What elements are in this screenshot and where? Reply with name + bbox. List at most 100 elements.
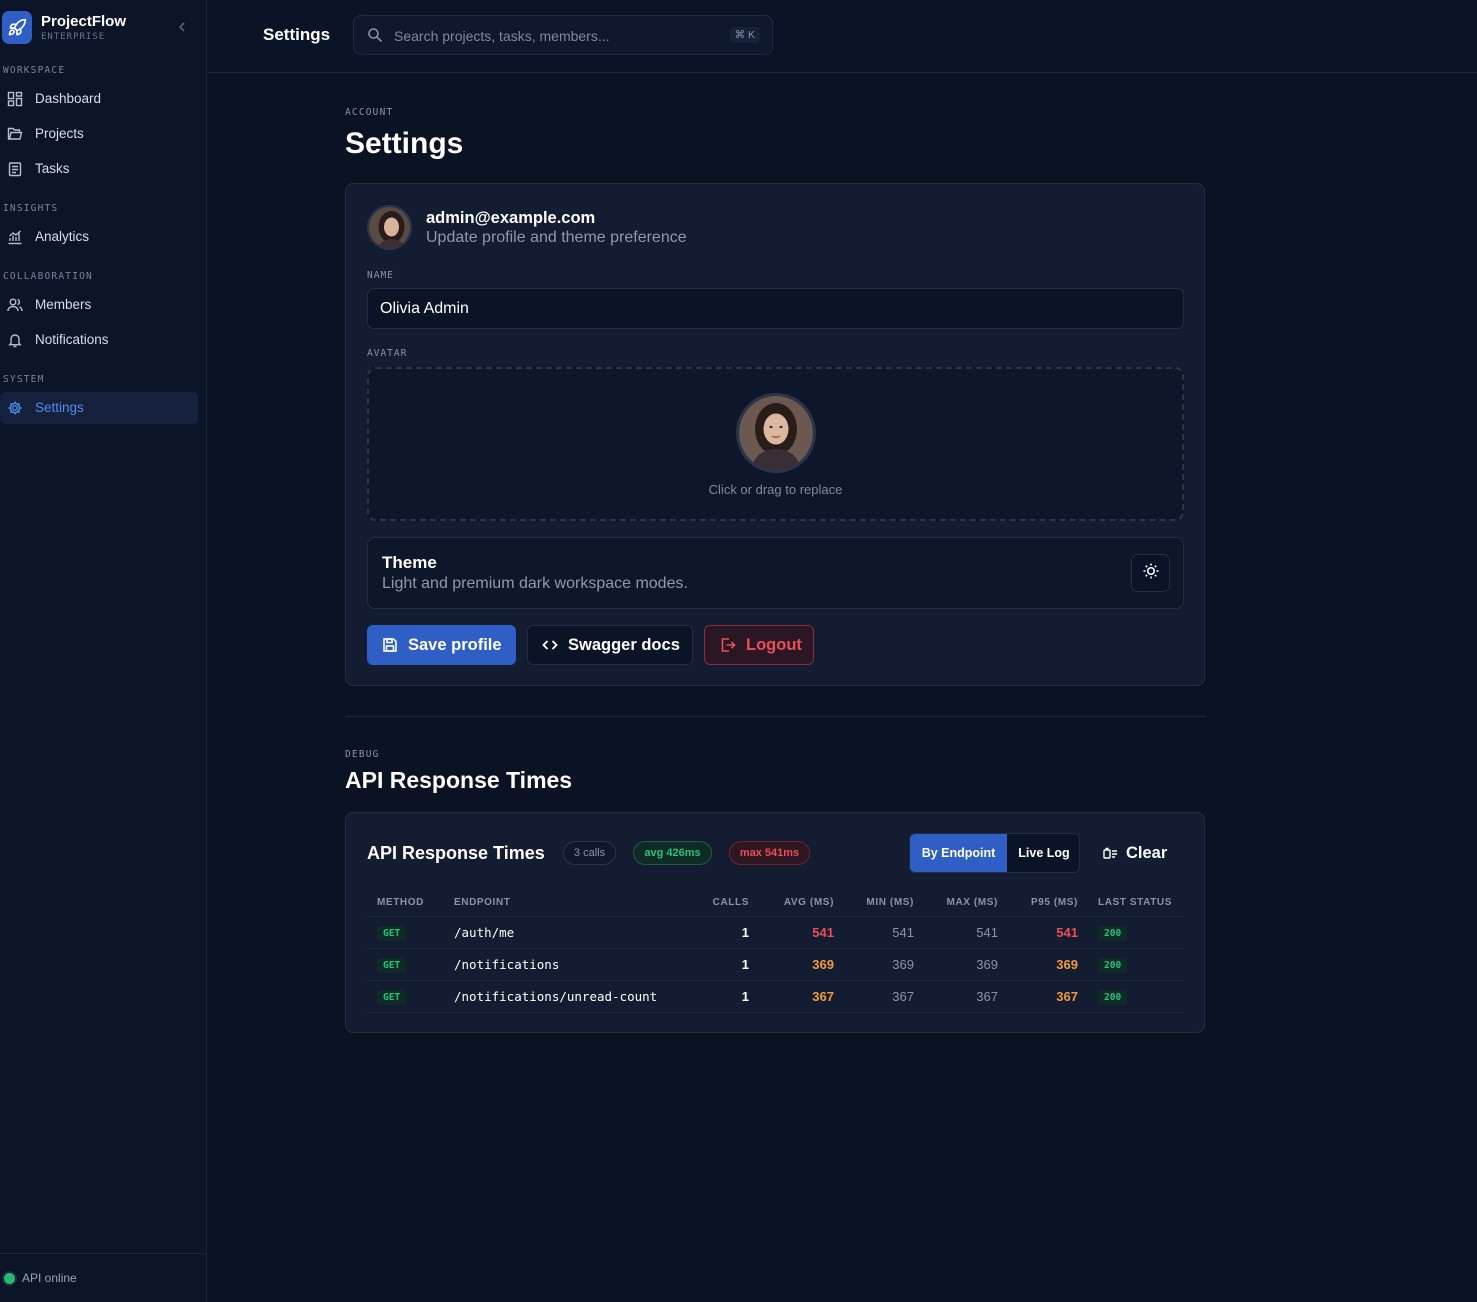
nav-section-collaboration: COLLABORATION [3, 271, 93, 282]
clear-button[interactable]: Clear [1103, 843, 1167, 863]
calls-badge: 3 calls [563, 841, 616, 865]
api-response-card: API Response Times 3 calls avg 426ms max… [345, 812, 1205, 1033]
sidebar-item-notifications[interactable]: Notifications [0, 324, 198, 356]
calls-cell: 1 [689, 948, 759, 981]
sidebar-item-projects[interactable]: Projects [0, 118, 198, 150]
status-dot [4, 1273, 15, 1284]
avg-cell: 541 [759, 916, 844, 949]
logout-button[interactable]: Logout [704, 625, 814, 665]
method-badge: GET [377, 989, 407, 1005]
calls-cell: 1 [689, 916, 759, 949]
sidebar-item-label: Analytics [35, 229, 90, 244]
brand-name: ProjectFlow [41, 13, 127, 30]
api-status-label: API online [22, 1271, 77, 1285]
api-status: API online [0, 1253, 207, 1302]
api-table: METHOD ENDPOINT CALLS AVG (MS) MIN (MS) … [367, 889, 1184, 1013]
max-cell: 541 [924, 916, 1008, 949]
sidebar-item-dashboard[interactable]: Dashboard [0, 83, 198, 115]
status-badge: 200 [1098, 925, 1128, 941]
avatar [367, 205, 412, 250]
nav-section-insights: INSIGHTS [3, 203, 59, 214]
brand-subtitle: ENTERPRISE [41, 32, 106, 42]
table-header: METHOD ENDPOINT CALLS AVG (MS) MIN (MS) … [367, 889, 1184, 917]
save-profile-button[interactable]: Save profile [367, 625, 516, 665]
chevron-left-icon[interactable] [177, 19, 187, 35]
save-profile-label: Save profile [408, 635, 502, 654]
dashboard-icon [7, 91, 23, 107]
bell-icon [7, 332, 23, 348]
p95-cell: 369 [1008, 948, 1088, 981]
clipboard-icon [7, 161, 23, 177]
name-label: NAME [367, 270, 394, 281]
account-email: admin@example.com [426, 209, 596, 227]
col-max: MAX (MS) [924, 889, 1008, 917]
top-bar: Settings Search projects, tasks, members… [207, 0, 1477, 73]
api-response-heading: API Response Times [345, 767, 573, 793]
p95-cell: 541 [1008, 916, 1088, 949]
page-title: Settings [263, 25, 331, 44]
members-icon [7, 297, 23, 313]
avg-badge: avg 426ms [633, 841, 712, 865]
brand[interactable]: ProjectFlow ENTERPRISE [0, 11, 207, 45]
search-placeholder: Search projects, tasks, members... [394, 28, 610, 44]
sidebar-item-label: Projects [35, 126, 84, 141]
sidebar-item-label: Members [35, 297, 92, 312]
profile-card: admin@example.com Update profile and the… [345, 183, 1205, 686]
method-badge: GET [377, 957, 407, 973]
nav-section-workspace: WORKSPACE [3, 65, 66, 76]
col-method: METHOD [367, 889, 444, 917]
endpoint: /notifications/unread-count [454, 988, 658, 1004]
endpoint: /notifications [454, 956, 560, 972]
account-subtitle: Update profile and theme preference [426, 229, 687, 246]
avg-cell: 367 [759, 980, 844, 1013]
tab-live-log[interactable]: Live Log [1007, 834, 1079, 872]
col-calls: CALLS [689, 889, 759, 917]
sidebar-item-tasks[interactable]: Tasks [0, 153, 198, 185]
status-badge: 200 [1098, 989, 1128, 1005]
table-row: GET /notifications/unread-count 1 367 36… [367, 980, 1184, 1013]
sun-icon [1142, 562, 1160, 585]
avg-cell: 369 [759, 948, 844, 981]
status-badge: 200 [1098, 957, 1128, 973]
search-input[interactable]: Search projects, tasks, members... ⌘ K [353, 15, 773, 55]
sidebar-item-label: Settings [35, 400, 84, 415]
table-row: GET /auth/me 1 541 541 541 541 200 [367, 916, 1184, 949]
min-cell: 367 [844, 980, 924, 1013]
avatar-preview [736, 393, 816, 473]
tab-by-endpoint[interactable]: By Endpoint [910, 834, 1007, 872]
sidebar-item-analytics[interactable]: Analytics [0, 221, 198, 253]
avatar-hint: Click or drag to replace [708, 482, 843, 497]
debug-eyebrow: DEBUG [345, 749, 380, 760]
save-icon [382, 637, 398, 653]
view-toggle: By Endpoint Live Log [909, 833, 1080, 873]
sidebar-item-label: Notifications [35, 332, 109, 347]
max-cell: 369 [924, 948, 1008, 981]
p95-cell: 367 [1008, 980, 1088, 1013]
analytics-icon [7, 229, 23, 245]
logout-icon [720, 637, 736, 653]
avatar-dropzone[interactable]: Click or drag to replace [367, 367, 1184, 521]
theme-setting: Theme Light and premium dark workspace m… [367, 537, 1184, 609]
col-min: MIN (MS) [844, 889, 924, 917]
rocket-icon [2, 11, 32, 44]
sidebar-item-settings[interactable]: Settings [0, 392, 198, 424]
folder-icon [7, 126, 23, 142]
search-shortcut: ⌘ K [729, 27, 760, 43]
theme-toggle-button[interactable] [1131, 554, 1170, 592]
col-last-status: LAST STATUS [1088, 889, 1184, 917]
sidebar: ProjectFlow ENTERPRISE WORKSPACE Dashboa… [0, 0, 207, 1302]
sidebar-item-members[interactable]: Members [0, 289, 198, 321]
name-field[interactable]: Olivia Admin [367, 288, 1184, 329]
swagger-docs-label: Swagger docs [568, 635, 680, 654]
swagger-docs-button[interactable]: Swagger docs [527, 625, 693, 665]
col-avg: AVG (MS) [759, 889, 844, 917]
settings-heading: Settings [345, 127, 464, 160]
clear-list-icon [1103, 846, 1118, 861]
calls-cell: 1 [689, 980, 759, 1013]
method-badge: GET [377, 925, 407, 941]
account-eyebrow: ACCOUNT [345, 107, 394, 118]
code-icon [542, 637, 558, 653]
theme-description: Light and premium dark workspace modes. [382, 575, 688, 592]
api-card-title: API Response Times [367, 843, 545, 863]
avatar-label: AVATAR [367, 348, 408, 359]
